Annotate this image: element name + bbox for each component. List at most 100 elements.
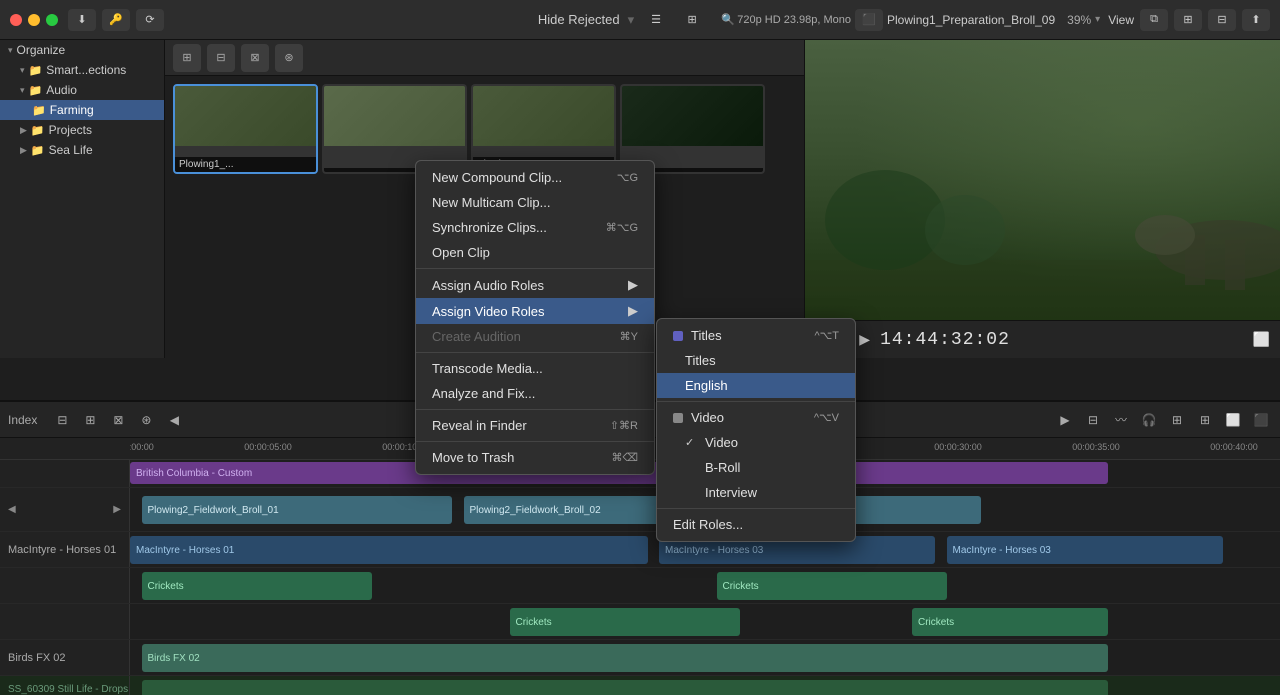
view-label[interactable]: View	[1108, 13, 1134, 27]
sidebar-item-organize[interactable]: ▾ Organize	[0, 40, 164, 60]
preview-video	[805, 40, 1280, 320]
search-icon[interactable]: 🔍	[714, 9, 742, 31]
clip-still[interactable]	[142, 680, 1108, 695]
grid-view-icon[interactable]: ⊞	[678, 9, 706, 31]
nav-right-broll[interactable]: ▶	[113, 504, 121, 515]
timeline-settings-1[interactable]: ⊟	[1082, 409, 1104, 431]
timeline-tracks: British Columbia - Custom ◀ ▶ Plowing2_F…	[0, 460, 1280, 695]
upper-area: ▾ Organize ▾ 📁 Smart...ections ▾ 📁 Audio…	[0, 40, 1280, 358]
preview-maximize-icon[interactable]: ⬜	[1253, 331, 1270, 348]
sub-titles-sub[interactable]: Titles	[657, 348, 855, 373]
zoom-level: 39%	[1067, 13, 1091, 27]
track-label-crickets-1	[0, 568, 130, 603]
timeline-btn-3[interactable]: ⊠	[107, 409, 129, 431]
sub-video-header[interactable]: Video ^⌥V	[657, 405, 855, 430]
list-view-icon[interactable]: ☰	[642, 9, 670, 31]
ctx-sep-2	[416, 352, 654, 353]
sidebar-item-smart-collections[interactable]: ▾ 📁 Smart...ections	[0, 60, 164, 80]
track-still-life: SS_60309 Still Life - Drops	[0, 676, 1280, 695]
ctx-new-multicam[interactable]: New Multicam Clip...	[416, 190, 654, 215]
sub-edit-roles[interactable]: Edit Roles...	[657, 512, 855, 537]
timecode-display: 14:44:32:02	[880, 330, 1010, 350]
timeline-btn-2[interactable]: ⊞	[79, 409, 101, 431]
clip-resolution: 720p HD 23.98p, Mono	[737, 14, 851, 26]
sidebar: ▾ Organize ▾ 📁 Smart...ections ▾ 📁 Audio…	[0, 40, 165, 358]
preview: ⚙ ⊞ ▶ 14:44:32:02 ⬜	[805, 40, 1280, 358]
timeline-layout-icon[interactable]: ⊞	[1166, 409, 1188, 431]
clip-birds[interactable]: Birds FX 02	[142, 644, 1108, 672]
assign-video-label: Assign Video Roles	[432, 304, 545, 319]
ctx-assign-audio[interactable]: Assign Audio Roles ▶	[416, 272, 654, 298]
nav-left-broll[interactable]: ◀	[8, 504, 16, 515]
switch-window-icon[interactable]: ⧉	[1140, 9, 1168, 31]
track-birds: Birds FX 02 Birds FX 02	[0, 640, 1280, 676]
clip-crickets-1b[interactable]: Crickets	[717, 572, 947, 600]
timeline-expand-icon[interactable]: ⬛	[1250, 409, 1272, 431]
sidebar-item-sea-life[interactable]: ▶ 📁 Sea Life	[0, 140, 164, 160]
export-icon[interactable]: ⬆	[1242, 9, 1270, 31]
sidebar-item-audio[interactable]: ▾ 📁 Audio	[0, 80, 164, 100]
sub-titles-header[interactable]: Titles ^⌥T	[657, 323, 855, 348]
ctx-synchronize[interactable]: Synchronize Clips... ⌘⌥G	[416, 215, 654, 240]
assign-audio-label: Assign Audio Roles	[432, 278, 544, 293]
clip-crickets-2a[interactable]: Crickets	[510, 608, 740, 636]
track-crickets-1: Crickets Crickets	[0, 568, 1280, 604]
titlebar-icons: 720p HD 23.98p, Mono ⬛ Plowing1_Preparat…	[737, 9, 1270, 31]
timeline-btn-1[interactable]: ⊟	[51, 409, 73, 431]
sub-b-roll[interactable]: B-Roll	[657, 455, 855, 480]
clip-horses-3[interactable]: MacIntyre - Horses 03	[947, 536, 1223, 564]
minimize-button[interactable]	[28, 14, 40, 26]
ctx-open-clip[interactable]: Open Clip	[416, 240, 654, 265]
layout-icon[interactable]: ⊞	[1174, 9, 1202, 31]
sidebar-item-projects[interactable]: ▶ 📁 Projects	[0, 120, 164, 140]
track-content-crickets-2: Crickets Crickets	[130, 604, 1280, 639]
clip-badge-icon[interactable]: ⬛	[855, 9, 883, 31]
track-label-broll: ◀ ▶	[0, 488, 130, 531]
track-label-bc	[0, 460, 130, 487]
key-icon[interactable]: 🔑	[102, 9, 130, 31]
timeline-settings-2[interactable]: 〰	[1110, 409, 1132, 431]
index-tab[interactable]: Index	[8, 413, 37, 427]
context-menu: New Compound Clip... ⌥G New Multicam Cli…	[415, 160, 655, 475]
sidebar-item-farming[interactable]: 📁 Farming	[0, 100, 164, 120]
ctx-sep-1	[416, 268, 654, 269]
sub-english[interactable]: English	[657, 373, 855, 398]
back-icon[interactable]: ⬇	[68, 9, 96, 31]
hide-rejected-label[interactable]: Hide Rejected	[538, 12, 620, 27]
track-content-still	[130, 676, 1280, 695]
fullscreen-button[interactable]	[46, 14, 58, 26]
ctx-assign-video[interactable]: Assign Video Roles ▶ Titles ^⌥T Titles	[416, 298, 654, 324]
timeline-zoom-icon[interactable]: ⬜	[1222, 409, 1244, 431]
clip-broll-1[interactable]: Plowing2_Fieldwork_Broll_01	[142, 496, 453, 524]
play-icon[interactable]: ▶	[859, 331, 870, 348]
track-broll: ◀ ▶ Plowing2_Fieldwork_Broll_01 Plowing2…	[0, 488, 1280, 532]
clip-name-title: Plowing1_Preparation_Broll_09	[887, 13, 1055, 27]
clip-crickets-2b[interactable]: Crickets	[912, 608, 1108, 636]
ctx-new-compound[interactable]: New Compound Clip... ⌥G	[416, 165, 654, 190]
clip-crickets-1a[interactable]: Crickets	[142, 572, 372, 600]
ctx-analyze[interactable]: Analyze and Fix...	[416, 381, 654, 406]
timeline-btn-4[interactable]: ⊛	[135, 409, 157, 431]
sub-interview[interactable]: Interview	[657, 480, 855, 505]
adjust-icon[interactable]: ⊟	[1208, 9, 1236, 31]
clip-horses-1[interactable]: MacIntyre - Horses 01	[130, 536, 648, 564]
ctx-trash[interactable]: Move to Trash ⌘⌫	[416, 445, 654, 470]
sync-icon[interactable]: ⟳	[136, 9, 164, 31]
context-menu-overlay[interactable]: New Compound Clip... ⌥G New Multicam Cli…	[165, 40, 804, 358]
track-crickets-2: Crickets Crickets	[0, 604, 1280, 640]
track-content-birds: Birds FX 02	[130, 640, 1280, 675]
ctx-reveal[interactable]: Reveal in Finder ⇧⌘R	[416, 413, 654, 438]
sub-video-sub[interactable]: ✓ Video	[657, 430, 855, 455]
track-label-birds: Birds FX 02	[0, 640, 130, 675]
clip-broll-2[interactable]: Plowing2_Fieldwork_Broll_02	[464, 496, 660, 524]
timeline-clip-icon[interactable]: ⊞	[1194, 409, 1216, 431]
close-button[interactable]	[10, 14, 22, 26]
timeline-audio-icon[interactable]: 🎧	[1138, 409, 1160, 431]
ctx-transcode[interactable]: Transcode Media...	[416, 356, 654, 381]
titlebar-center: Hide Rejected ▾ ☰ ⊞ 🔍	[538, 9, 742, 31]
timeline-nav-right[interactable]: ▶	[1054, 409, 1076, 431]
create-audition-label: Create Audition	[432, 329, 521, 344]
timeline-nav-left[interactable]: ◀	[163, 409, 185, 431]
ctx-sep-4	[416, 441, 654, 442]
track-label-crickets-2	[0, 604, 130, 639]
